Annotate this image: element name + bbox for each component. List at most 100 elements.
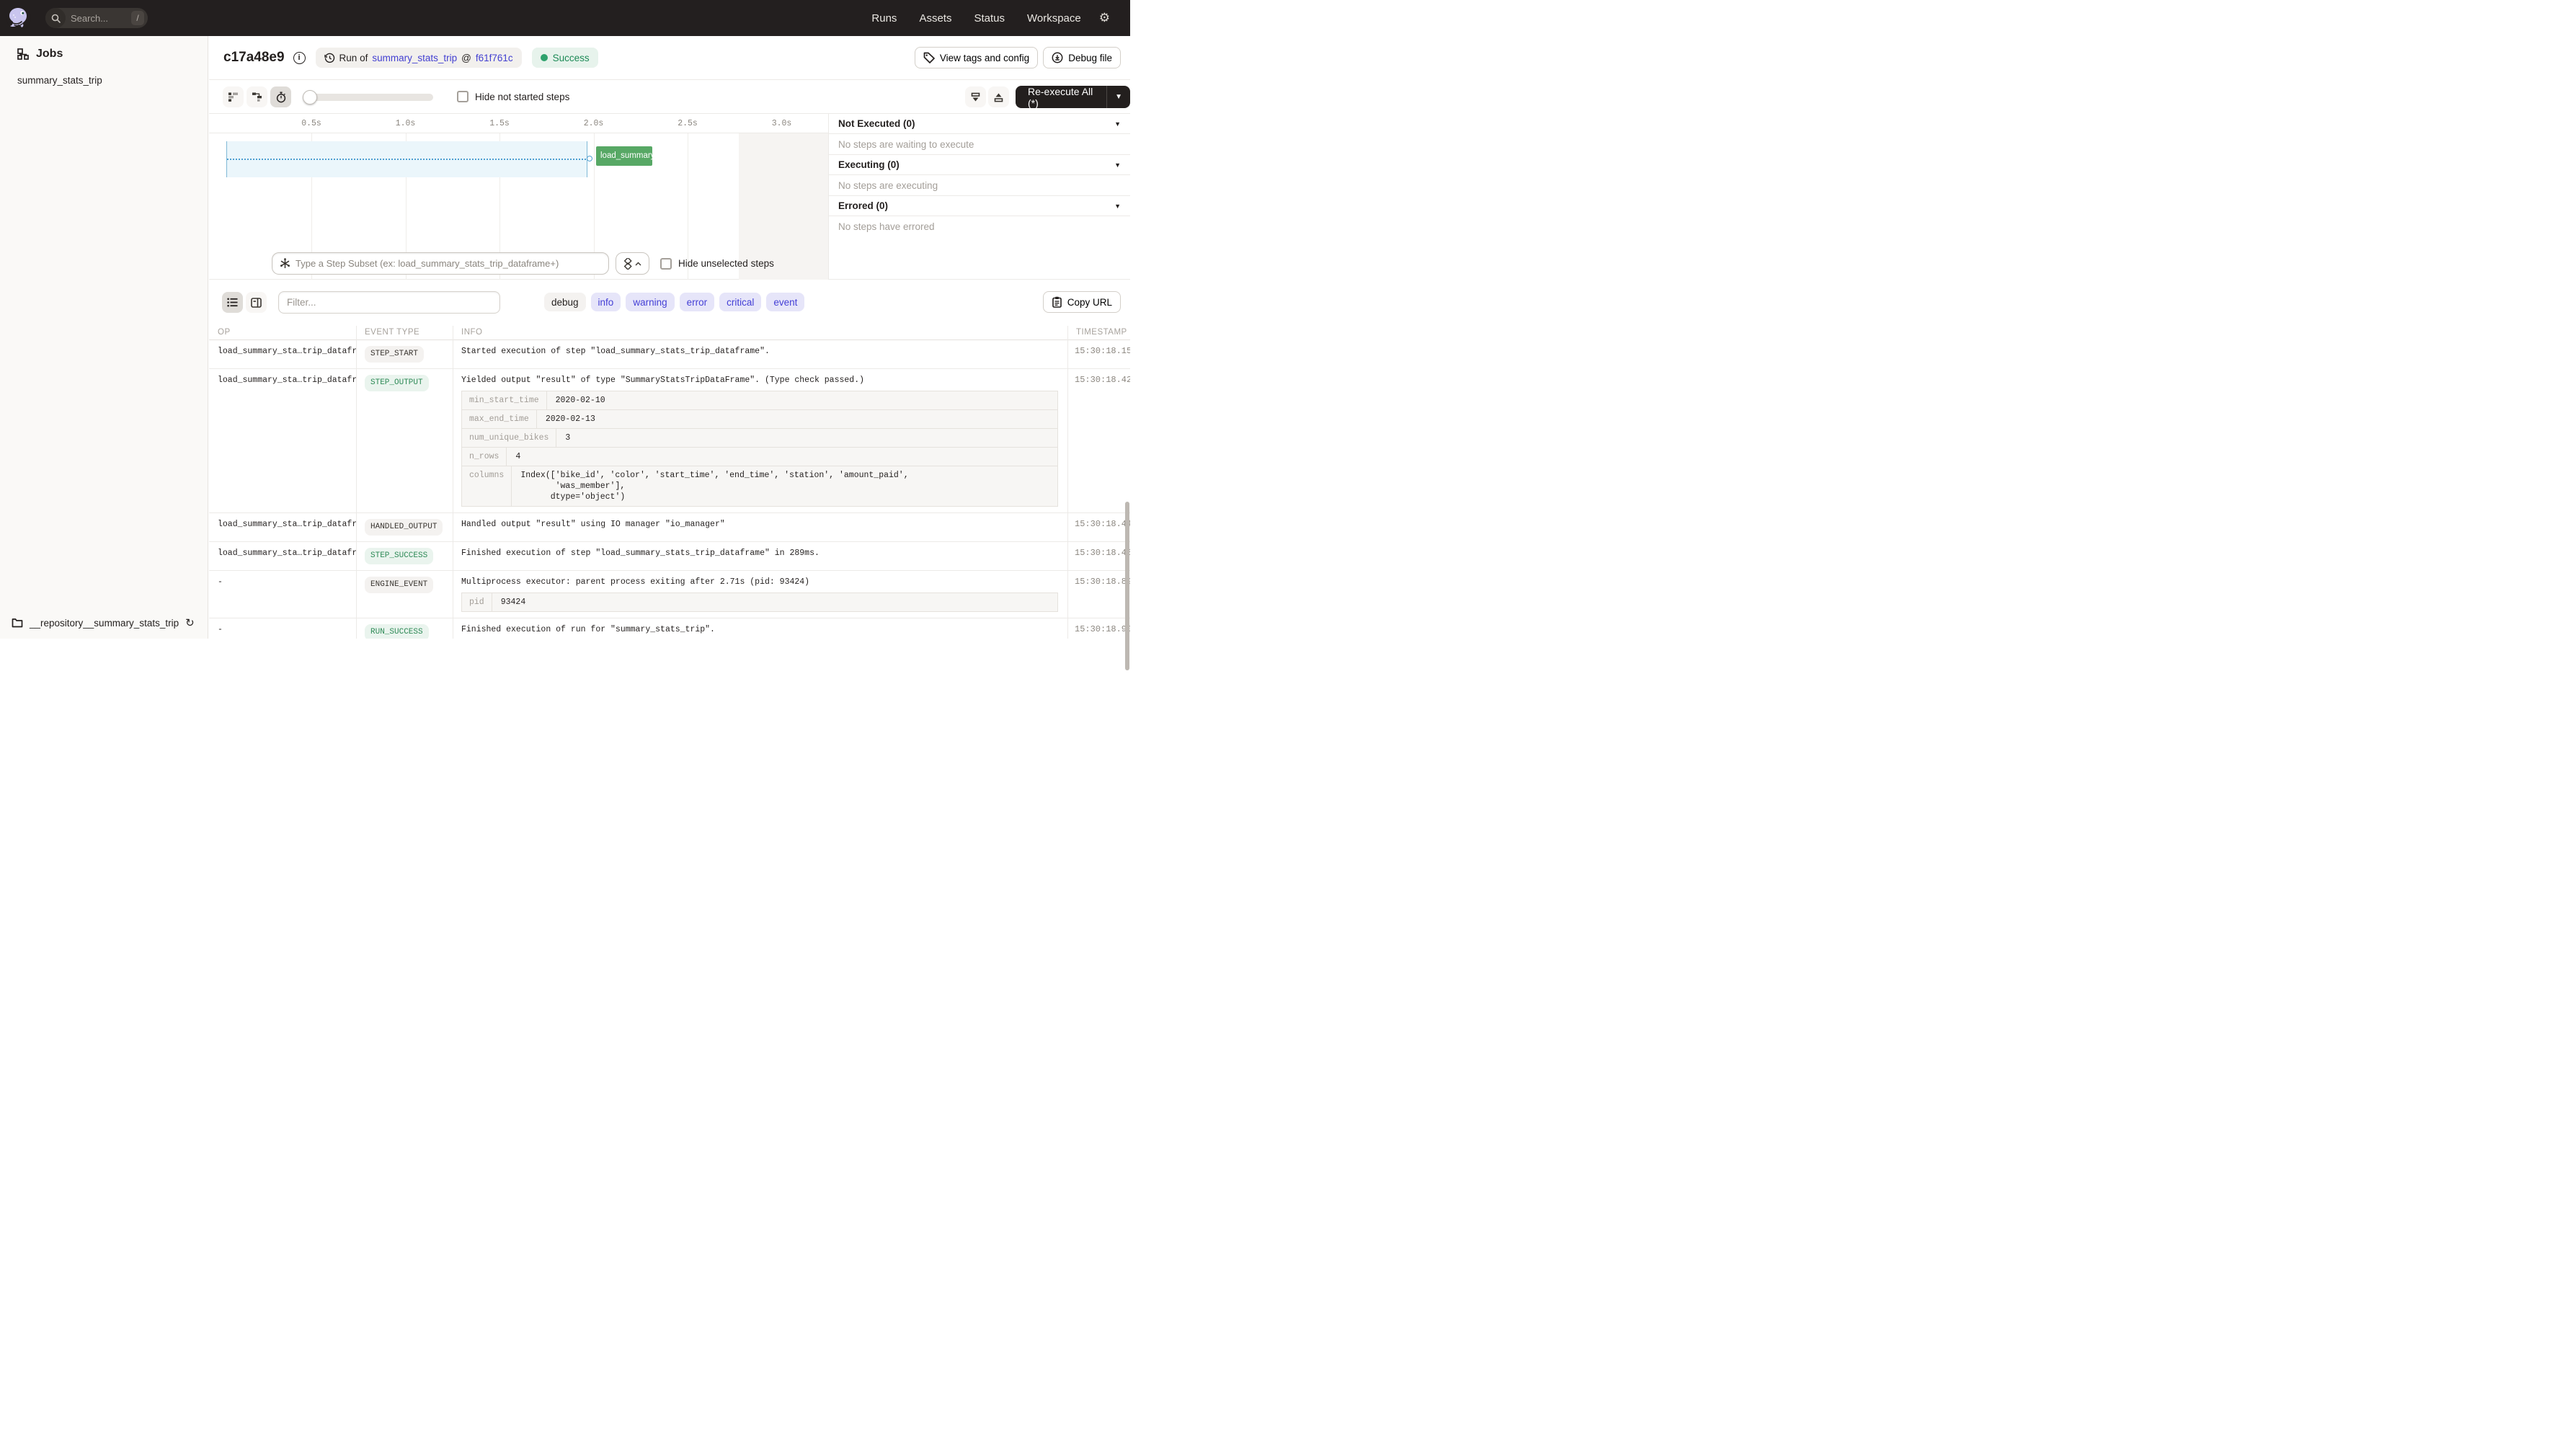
log-row[interactable]: load_summary_sta…trip_dataframe STEP_STA… — [209, 340, 1130, 369]
tag-icon — [923, 52, 935, 63]
log-filter-input[interactable]: Filter... — [278, 291, 500, 314]
log-timestamp[interactable]: 15:30:18.895 — [1067, 571, 1130, 618]
step-subset-placeholder: Type a Step Subset (ex: load_summary_sta… — [296, 258, 559, 269]
level-filter-critical[interactable]: critical — [719, 293, 761, 311]
metadata-row: pid93424 — [461, 592, 1058, 612]
reexecute-all-label[interactable]: Re-execute All (*) — [1016, 86, 1106, 109]
log-row[interactable]: - ENGINE_EVENT Multiprocess executor: pa… — [209, 571, 1130, 618]
flat-view-icon — [228, 92, 239, 102]
level-filter-info[interactable]: info — [591, 293, 621, 311]
repository-bar[interactable]: __repository__summary_stats_trip ↻ — [0, 607, 208, 639]
hide-not-started-checkbox[interactable] — [457, 91, 468, 102]
log-row[interactable]: load_summary_sta…trip_dataframe STEP_OUT… — [209, 369, 1130, 513]
debug-file-label: Debug file — [1068, 53, 1112, 63]
gantt-dependency-dot — [587, 156, 592, 161]
at-symbol: @ — [461, 53, 471, 63]
pipeline-link[interactable]: summary_stats_trip — [372, 53, 457, 63]
list-view-icon — [227, 298, 238, 307]
collapse-triangle-icon[interactable]: ▼ — [1114, 120, 1121, 128]
log-event-type: STEP_SUCCESS — [356, 542, 453, 570]
info-icon[interactable]: i — [293, 52, 306, 64]
metadata-row: columnsIndex(['bike_id', 'color', 'start… — [461, 466, 1058, 507]
metadata-row: min_start_time2020-02-10 — [461, 391, 1058, 410]
waterfall-view-button[interactable] — [247, 86, 267, 107]
hide-unselected-checkbox[interactable] — [660, 258, 672, 270]
gantt-dependency-line — [227, 159, 586, 160]
log-timestamp[interactable]: 15:30:18.442 — [1067, 513, 1130, 541]
log-toolbar: Filter... debug info warning errorcritical e… — [209, 280, 1130, 326]
graph-query-button[interactable] — [616, 252, 649, 275]
refresh-icon[interactable]: ↻ — [185, 616, 195, 629]
col-header-info[interactable]: INFO — [453, 326, 1067, 339]
log-info: Started execution of step "load_summary_… — [453, 340, 1067, 368]
flat-view-button[interactable] — [223, 86, 244, 107]
gantt-axis-tick: 1.0s — [396, 119, 416, 128]
scroll-bottom-button[interactable] — [965, 86, 986, 107]
status-section-header[interactable]: Not Executed (0) ▼ — [829, 114, 1130, 134]
settings-gear-icon[interactable]: ⚙ — [1099, 11, 1110, 25]
gantt-step-box[interactable]: load_summary… — [596, 146, 652, 166]
col-header-op[interactable]: OP — [209, 326, 356, 339]
reexecute-dropdown-caret[interactable]: ▼ — [1106, 86, 1130, 108]
hide-not-started-label: Hide not started steps — [475, 92, 569, 102]
vertical-scrollbar-thumb[interactable] — [1125, 502, 1129, 670]
log-row[interactable]: - RUN_SUCCESS Finished execution of run … — [209, 618, 1130, 639]
log-structured-view-button[interactable] — [246, 292, 267, 313]
snapshot-link[interactable]: f61f761c — [476, 53, 513, 63]
log-timestamp[interactable]: 15:30:18.427 — [1067, 369, 1130, 512]
dagster-logo-icon[interactable] — [6, 6, 31, 30]
col-header-event-type[interactable]: EVENT TYPE — [356, 326, 453, 339]
gantt-section: 0.5s1.0s1.5s2.0s2.5s3.0s load_summary… T… — [209, 114, 1130, 280]
jobs-section-header: Jobs — [0, 36, 208, 61]
search-input[interactable]: Search... / — [45, 8, 148, 28]
stopwatch-view-button[interactable] — [270, 86, 291, 107]
log-row[interactable]: load_summary_sta…trip_dataframe HANDLED_… — [209, 513, 1130, 542]
gantt-axis-tick: 2.0s — [584, 119, 604, 128]
status-section-header[interactable]: Executing (0) ▼ — [829, 155, 1130, 175]
level-filter-debug[interactable]: debug — [544, 293, 586, 311]
view-tags-config-button[interactable]: View tags and config — [915, 47, 1038, 68]
gantt-toolbar: Hide not started steps Re-execute All (*… — [209, 80, 1130, 114]
op-selector-icon — [280, 258, 290, 269]
log-section: Filter... debug info warning errorcritical e… — [209, 280, 1130, 639]
metadata-table: min_start_time2020-02-10max_end_time2020… — [461, 391, 1058, 507]
log-timestamp[interactable]: 15:30:18.904 — [1067, 618, 1130, 639]
metadata-key: max_end_time — [462, 410, 537, 428]
zoom-slider[interactable] — [304, 94, 433, 101]
sidebar-item-job[interactable]: summary_stats_trip — [0, 61, 208, 86]
download-circle-icon — [1052, 52, 1063, 63]
reexecute-all-button[interactable]: Re-execute All (*) ▼ — [1016, 86, 1130, 108]
log-event-type: ENGINE_EVENT — [356, 571, 453, 618]
metadata-key: pid — [462, 593, 492, 611]
nav-link-runs[interactable]: Runs — [871, 12, 897, 25]
gantt-chart[interactable]: 0.5s1.0s1.5s2.0s2.5s3.0s load_summary… T… — [209, 114, 828, 280]
scroll-top-button[interactable] — [988, 86, 1009, 107]
log-list-view-button[interactable] — [222, 292, 243, 313]
nav-link-status[interactable]: Status — [974, 12, 1005, 25]
level-filter-event[interactable]: event — [766, 293, 804, 311]
level-filter-error[interactable]: error — [680, 293, 715, 311]
step-subset-bar: Type a Step Subset (ex: load_summary_sta… — [272, 252, 774, 275]
nav-link-assets[interactable]: Assets — [919, 12, 951, 25]
copy-url-button[interactable]: Copy URL — [1043, 291, 1121, 313]
col-header-timestamp[interactable]: TIMESTAMP — [1067, 326, 1130, 339]
search-placeholder: Search... — [71, 13, 131, 24]
zoom-slider-handle[interactable] — [303, 90, 317, 105]
nav-link-workspace[interactable]: Workspace — [1027, 12, 1081, 25]
step-subset-input[interactable]: Type a Step Subset (ex: load_summary_sta… — [272, 252, 609, 275]
log-op: load_summary_sta…trip_dataframe — [209, 513, 356, 541]
collapse-triangle-icon[interactable]: ▼ — [1114, 203, 1121, 210]
collapse-triangle-icon[interactable]: ▼ — [1114, 161, 1121, 169]
metadata-key: n_rows — [462, 448, 507, 466]
log-info: Yielded output "result" of type "Summary… — [453, 369, 1067, 512]
log-timestamp[interactable]: 15:30:18.451 — [1067, 542, 1130, 570]
level-filter-warning[interactable]: warning — [626, 293, 674, 311]
log-row[interactable]: load_summary_sta…trip_dataframe STEP_SUC… — [209, 542, 1130, 571]
metadata-value: 2020-02-13 — [537, 410, 604, 428]
metadata-value: 4 — [507, 448, 529, 466]
log-timestamp[interactable]: 15:30:18.152 — [1067, 340, 1130, 368]
debug-file-button[interactable]: Debug file — [1043, 47, 1121, 68]
status-section-header[interactable]: Errored (0) ▼ — [829, 196, 1130, 216]
metadata-value: 2020-02-10 — [547, 391, 614, 409]
metadata-row: n_rows4 — [461, 447, 1058, 466]
